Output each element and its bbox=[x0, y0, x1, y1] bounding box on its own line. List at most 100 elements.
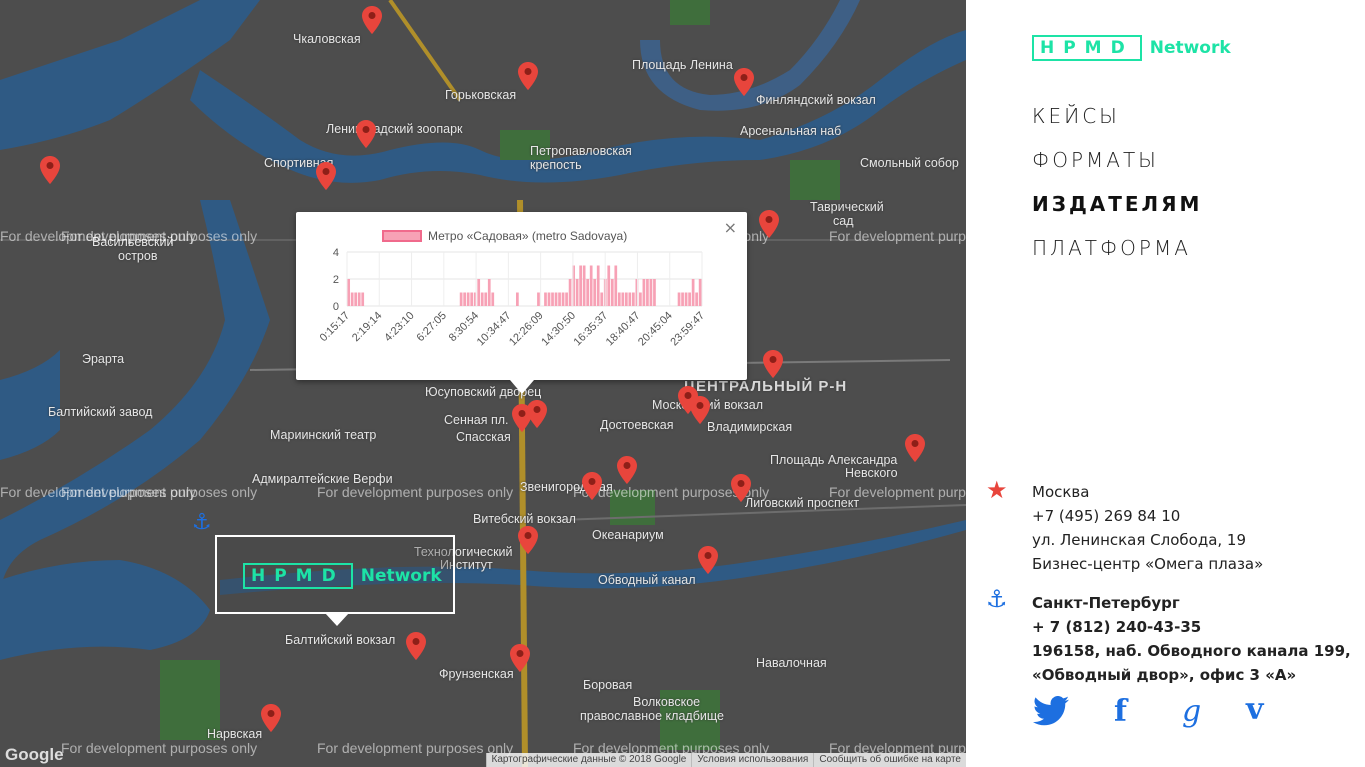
bar bbox=[621, 292, 625, 306]
twitter-icon[interactable] bbox=[1032, 695, 1070, 734]
map-pin-icon[interactable] bbox=[582, 472, 602, 500]
bar bbox=[477, 279, 481, 306]
y-tick-label: 4 bbox=[333, 247, 339, 259]
map-pin-icon[interactable] bbox=[527, 400, 547, 428]
map-pin-icon[interactable] bbox=[731, 474, 751, 502]
bar bbox=[561, 292, 565, 306]
badge-logo-network: Network bbox=[360, 566, 442, 586]
google-logo: Google bbox=[5, 745, 64, 764]
bar bbox=[357, 292, 361, 306]
report-error-link[interactable]: Сообщить об ошибке на карте bbox=[813, 753, 966, 767]
bar bbox=[614, 265, 618, 306]
map-pin-icon[interactable] bbox=[698, 546, 718, 574]
anchor-icon: ⚓ bbox=[986, 585, 1008, 613]
bar bbox=[554, 292, 558, 306]
y-tick-label: 0 bbox=[333, 301, 339, 313]
bar bbox=[624, 292, 628, 306]
bar bbox=[551, 292, 554, 306]
map-label: Ленинградский зоопарк bbox=[326, 122, 463, 136]
x-tick-label: 10:34:47 bbox=[475, 310, 514, 349]
district-label: ЦЕНТРАЛЬНЫЙ Р-Н bbox=[684, 378, 848, 395]
bar bbox=[347, 279, 351, 306]
map-label: Эрарта bbox=[82, 352, 125, 366]
site-logo[interactable]: НРМD Network bbox=[1032, 35, 1231, 61]
bar bbox=[691, 279, 695, 306]
map-label: сад bbox=[833, 214, 854, 228]
bar bbox=[354, 292, 358, 306]
nav-cases[interactable]: КЕЙСЫ bbox=[1032, 104, 1202, 148]
nav-platform[interactable]: ПЛАТФОРМА bbox=[1032, 236, 1202, 280]
office-phone[interactable]: +7 (495) 269 84 10 bbox=[1032, 504, 1263, 528]
bar bbox=[568, 279, 572, 306]
map-pin-icon[interactable] bbox=[763, 350, 783, 378]
terms-link[interactable]: Условия использования bbox=[691, 753, 813, 767]
map-label: Океанариум bbox=[592, 528, 664, 542]
watermark: For development purposes only bbox=[317, 484, 514, 500]
map-label: Навалочная bbox=[756, 656, 827, 670]
office-building: «Обводный двор», офис 3 «А» bbox=[1032, 666, 1297, 684]
vimeo-icon[interactable]: v bbox=[1246, 692, 1263, 727]
x-tick-label: 12:26:09 bbox=[507, 310, 546, 349]
map-label: остров bbox=[118, 249, 158, 263]
bar bbox=[579, 265, 582, 306]
map-pin-icon[interactable] bbox=[617, 456, 637, 484]
bar bbox=[617, 292, 621, 306]
map-pin-icon[interactable] bbox=[734, 68, 754, 96]
bar bbox=[593, 279, 597, 306]
office-city: Москва bbox=[1032, 483, 1090, 501]
map-pin-icon[interactable] bbox=[518, 526, 538, 554]
map-pin-icon[interactable] bbox=[759, 210, 779, 238]
map-label: Сенная пл. bbox=[444, 413, 509, 427]
bar bbox=[684, 292, 688, 306]
google-icon[interactable]: g bbox=[1182, 694, 1201, 729]
map-data-credit: Картографические данные © 2018 Google bbox=[485, 753, 692, 767]
map-label: крепость bbox=[530, 158, 582, 172]
x-tick-label: 23:59:47 bbox=[668, 310, 707, 349]
map-pin-icon[interactable] bbox=[261, 704, 281, 732]
bar bbox=[695, 292, 698, 306]
bar bbox=[544, 292, 547, 306]
map-pin-icon[interactable] bbox=[905, 434, 925, 462]
office-phone[interactable]: + 7 (812) 240-43-35 bbox=[1032, 615, 1351, 639]
map-pin-icon[interactable] bbox=[362, 6, 382, 34]
facebook-icon[interactable]: f bbox=[1114, 694, 1127, 729]
bar bbox=[586, 279, 590, 306]
map-label: Невского bbox=[845, 466, 898, 480]
bar bbox=[639, 292, 642, 306]
bar bbox=[558, 292, 561, 306]
x-tick-label: 2:19:14 bbox=[350, 310, 384, 344]
bar bbox=[516, 292, 519, 306]
bar bbox=[596, 265, 600, 306]
bar bbox=[470, 292, 474, 306]
map-pin-icon[interactable] bbox=[518, 62, 538, 90]
nav-formats[interactable]: ФОРМАТЫ bbox=[1032, 148, 1202, 192]
metro-chart-popup[interactable]: × Метро «Садовая» (metro Sadovaya) 0 2 4 0:… bbox=[296, 212, 747, 394]
map-label: Площадь Александра bbox=[770, 453, 898, 467]
map-label: Достоевская bbox=[600, 418, 674, 432]
bar bbox=[565, 292, 568, 306]
map[interactable]: Чкаловская Горьковская Площадь Ленина Финля… bbox=[0, 0, 966, 767]
y-tick-label: 2 bbox=[333, 274, 339, 286]
map-pin-icon[interactable] bbox=[510, 644, 530, 672]
bar bbox=[649, 279, 653, 306]
bar bbox=[600, 292, 604, 306]
office-building: Бизнес-центр «Омега плаза» bbox=[1032, 555, 1264, 573]
map-label: Мариинский театр bbox=[270, 428, 377, 442]
x-tick-label: 16:35:37 bbox=[572, 310, 611, 349]
x-tick-label: 6:27:05 bbox=[415, 310, 449, 344]
map-pin-icon[interactable] bbox=[356, 120, 376, 148]
nav-publishers[interactable]: ИЗДАТЕЛЯМ bbox=[1032, 192, 1202, 236]
anchor-icon[interactable]: ⚓ bbox=[192, 510, 212, 535]
map-pin-icon[interactable] bbox=[316, 162, 336, 190]
map-label: Нарвская bbox=[207, 727, 263, 741]
map-label: Чкаловская bbox=[293, 32, 361, 46]
badge-logo: НРМD Network bbox=[243, 563, 442, 589]
bar bbox=[632, 292, 635, 306]
bar bbox=[463, 292, 467, 306]
bar bbox=[677, 292, 681, 306]
map-pin-icon[interactable] bbox=[40, 156, 60, 184]
map-pin-icon[interactable] bbox=[406, 632, 426, 660]
map-pin-icon[interactable] bbox=[690, 396, 710, 424]
office-city: Санкт-Петербург bbox=[1032, 594, 1180, 612]
map-label: Балтийский завод bbox=[48, 405, 153, 419]
